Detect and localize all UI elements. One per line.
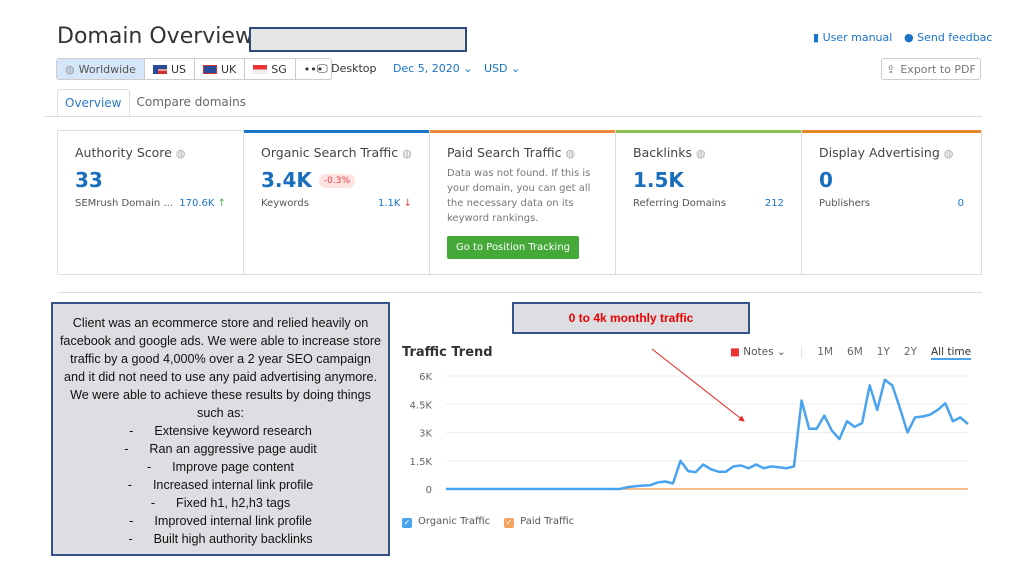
legend-label: Organic Traffic — [418, 516, 491, 527]
note-list-item: - Increased internal link profile — [127, 478, 314, 492]
legend-label: Paid Traffic — [520, 516, 575, 527]
note-list-item: - Ran an aggressive page audit — [124, 442, 317, 456]
checkbox-icon: ✓ — [504, 518, 515, 528]
chart-legend: ✓ Organic Traffic ✓ Paid Traffic — [402, 516, 574, 528]
note-list-item: - Extensive keyword research — [129, 424, 312, 438]
note-list-item: - Built high authority backlinks — [128, 532, 313, 546]
series-line-organic-traffic — [446, 378, 969, 491]
note-list: - Extensive keyword research - Ran an agg… — [59, 422, 382, 548]
note-list-item: - Fixed h1, h2,h3 tags — [150, 496, 291, 510]
checkbox-icon: ✓ — [402, 518, 412, 528]
y-tick-label: 0 — [426, 485, 432, 496]
case-study-note: Client was an ecommerce store and relied… — [51, 302, 390, 556]
y-tick-label: 4.5K — [410, 400, 433, 411]
y-tick-label: 6K — [419, 372, 432, 383]
annotation-arrow — [651, 348, 745, 422]
callout-label: 0 to 4k monthly traffic — [512, 302, 750, 334]
legend-organic[interactable]: ✓ Organic Traffic — [402, 516, 490, 528]
note-list-item: - Improved internal link profile — [129, 514, 312, 528]
note-intro: Client was an ecommerce store and relied… — [59, 316, 382, 420]
y-tick-label: 3K — [419, 429, 432, 440]
y-tick-label: 1.5K — [410, 457, 433, 468]
note-list-item: - Improve page content — [146, 460, 294, 474]
legend-paid[interactable]: ✓ Paid Traffic — [504, 516, 574, 528]
